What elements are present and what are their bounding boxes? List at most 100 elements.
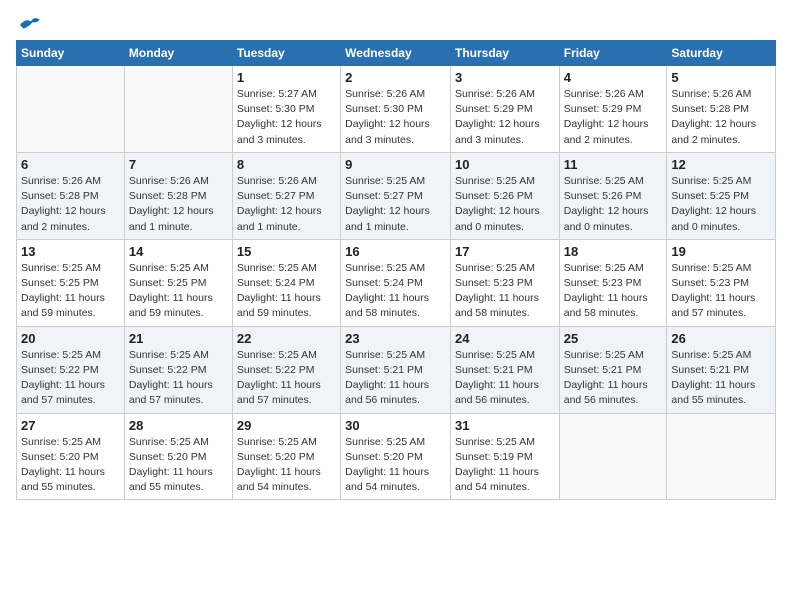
day-info: Sunrise: 5:25 AMSunset: 5:21 PMDaylight:…: [345, 348, 446, 409]
calendar-cell: 18 Sunrise: 5:25 AMSunset: 5:23 PMDayligh…: [559, 239, 667, 326]
day-info: Sunrise: 5:26 AMSunset: 5:28 PMDaylight:…: [21, 174, 120, 235]
calendar-cell: 17 Sunrise: 5:25 AMSunset: 5:23 PMDayligh…: [450, 239, 559, 326]
calendar-cell: 16 Sunrise: 5:25 AMSunset: 5:24 PMDayligh…: [341, 239, 451, 326]
calendar-cell: 3 Sunrise: 5:26 AMSunset: 5:29 PMDaylight…: [450, 66, 559, 153]
calendar-week-row: 27 Sunrise: 5:25 AMSunset: 5:20 PMDayligh…: [17, 413, 776, 500]
header: [16, 16, 776, 30]
day-of-week-header: Tuesday: [232, 41, 340, 66]
day-number: 4: [564, 70, 663, 85]
calendar-cell: 26Sunrise: 5:25 AMSunset: 5:21 PMDayligh…: [667, 326, 776, 413]
calendar-cell: 23 Sunrise: 5:25 AMSunset: 5:21 PMDayligh…: [341, 326, 451, 413]
day-info: Sunrise: 5:25 AMSunset: 5:21 PMDaylight:…: [671, 348, 771, 409]
day-number: 7: [129, 157, 228, 172]
day-of-week-header: Saturday: [667, 41, 776, 66]
day-info: Sunrise: 5:25 AMSunset: 5:25 PMDaylight:…: [671, 174, 771, 235]
day-number: 19: [671, 244, 771, 259]
day-number: 14: [129, 244, 228, 259]
calendar-week-row: 6 Sunrise: 5:26 AMSunset: 5:28 PMDaylight…: [17, 152, 776, 239]
day-info: Sunrise: 5:26 AMSunset: 5:30 PMDaylight:…: [345, 87, 446, 148]
day-info: Sunrise: 5:25 AMSunset: 5:20 PMDaylight:…: [129, 435, 228, 496]
day-of-week-header: Friday: [559, 41, 667, 66]
day-number: 22: [237, 331, 336, 346]
day-info: Sunrise: 5:26 AMSunset: 5:28 PMDaylight:…: [129, 174, 228, 235]
calendar-cell: 30 Sunrise: 5:25 AMSunset: 5:20 PMDayligh…: [341, 413, 451, 500]
day-number: 17: [455, 244, 555, 259]
day-info: Sunrise: 5:25 AMSunset: 5:24 PMDaylight:…: [345, 261, 446, 322]
calendar-cell: 15Sunrise: 5:25 AMSunset: 5:24 PMDayligh…: [232, 239, 340, 326]
calendar-cell: [17, 66, 125, 153]
calendar-cell: 24 Sunrise: 5:25 AMSunset: 5:21 PMDayligh…: [450, 326, 559, 413]
calendar-table: SundayMondayTuesdayWednesdayThursdayFrid…: [16, 40, 776, 500]
day-number: 27: [21, 418, 120, 433]
calendar-cell: 28 Sunrise: 5:25 AMSunset: 5:20 PMDayligh…: [124, 413, 232, 500]
day-number: 8: [237, 157, 336, 172]
calendar-cell: 29Sunrise: 5:25 AMSunset: 5:20 PMDayligh…: [232, 413, 340, 500]
calendar-cell: 27 Sunrise: 5:25 AMSunset: 5:20 PMDayligh…: [17, 413, 125, 500]
day-of-week-header: Thursday: [450, 41, 559, 66]
day-number: 25: [564, 331, 663, 346]
day-info: Sunrise: 5:27 AMSunset: 5:30 PMDaylight:…: [237, 87, 336, 148]
day-info: Sunrise: 5:25 AMSunset: 5:27 PMDaylight:…: [345, 174, 446, 235]
day-info: Sunrise: 5:25 AMSunset: 5:19 PMDaylight:…: [455, 435, 555, 496]
calendar-cell: [559, 413, 667, 500]
day-info: Sunrise: 5:25 AMSunset: 5:21 PMDaylight:…: [564, 348, 663, 409]
logo: [16, 16, 40, 30]
calendar-cell: 2 Sunrise: 5:26 AMSunset: 5:30 PMDaylight…: [341, 66, 451, 153]
calendar-cell: 21Sunrise: 5:25 AMSunset: 5:22 PMDayligh…: [124, 326, 232, 413]
day-number: 31: [455, 418, 555, 433]
day-of-week-header: Sunday: [17, 41, 125, 66]
calendar-week-row: 20 Sunrise: 5:25 AMSunset: 5:22 PMDayligh…: [17, 326, 776, 413]
day-number: 12: [671, 157, 771, 172]
day-number: 1: [237, 70, 336, 85]
day-info: Sunrise: 5:26 AMSunset: 5:29 PMDaylight:…: [455, 87, 555, 148]
day-number: 9: [345, 157, 446, 172]
day-number: 20: [21, 331, 120, 346]
day-of-week-header: Wednesday: [341, 41, 451, 66]
day-number: 10: [455, 157, 555, 172]
day-number: 15: [237, 244, 336, 259]
calendar-cell: 25 Sunrise: 5:25 AMSunset: 5:21 PMDayligh…: [559, 326, 667, 413]
day-number: 6: [21, 157, 120, 172]
day-number: 21: [129, 331, 228, 346]
day-number: 13: [21, 244, 120, 259]
calendar-cell: 1 Sunrise: 5:27 AMSunset: 5:30 PMDaylight…: [232, 66, 340, 153]
day-info: Sunrise: 5:26 AMSunset: 5:28 PMDaylight:…: [671, 87, 771, 148]
day-info: Sunrise: 5:25 AMSunset: 5:20 PMDaylight:…: [21, 435, 120, 496]
day-info: Sunrise: 5:25 AMSunset: 5:23 PMDaylight:…: [564, 261, 663, 322]
day-info: Sunrise: 5:25 AMSunset: 5:20 PMDaylight:…: [345, 435, 446, 496]
day-number: 16: [345, 244, 446, 259]
calendar-cell: 4Sunrise: 5:26 AMSunset: 5:29 PMDaylight…: [559, 66, 667, 153]
day-info: Sunrise: 5:25 AMSunset: 5:21 PMDaylight:…: [455, 348, 555, 409]
day-number: 30: [345, 418, 446, 433]
calendar-cell: 12 Sunrise: 5:25 AMSunset: 5:25 PMDayligh…: [667, 152, 776, 239]
calendar-cell: 22 Sunrise: 5:25 AMSunset: 5:22 PMDayligh…: [232, 326, 340, 413]
day-number: 11: [564, 157, 663, 172]
calendar-cell: 8 Sunrise: 5:26 AMSunset: 5:27 PMDaylight…: [232, 152, 340, 239]
day-info: Sunrise: 5:25 AMSunset: 5:23 PMDaylight:…: [671, 261, 771, 322]
calendar-header-row: SundayMondayTuesdayWednesdayThursdayFrid…: [17, 41, 776, 66]
calendar-cell: 31 Sunrise: 5:25 AMSunset: 5:19 PMDayligh…: [450, 413, 559, 500]
calendar-cell: 9 Sunrise: 5:25 AMSunset: 5:27 PMDaylight…: [341, 152, 451, 239]
day-number: 5: [671, 70, 771, 85]
day-number: 28: [129, 418, 228, 433]
day-number: 23: [345, 331, 446, 346]
calendar-cell: 13Sunrise: 5:25 AMSunset: 5:25 PMDayligh…: [17, 239, 125, 326]
calendar-week-row: 13 Sunrise: 5:25 AMSunset: 5:25 PMDayligh…: [17, 239, 776, 326]
day-info: Sunrise: 5:25 AMSunset: 5:26 PMDaylight:…: [455, 174, 555, 235]
calendar-cell: [124, 66, 232, 153]
calendar-cell: 5 Sunrise: 5:26 AMSunset: 5:28 PMDaylight…: [667, 66, 776, 153]
day-info: Sunrise: 5:25 AMSunset: 5:22 PMDaylight:…: [237, 348, 336, 409]
calendar-cell: 11Sunrise: 5:25 AMSunset: 5:26 PMDayligh…: [559, 152, 667, 239]
calendar-cell: 19 Sunrise: 5:25 AMSunset: 5:23 PMDayligh…: [667, 239, 776, 326]
day-info: Sunrise: 5:25 AMSunset: 5:25 PMDaylight:…: [129, 261, 228, 322]
day-number: 24: [455, 331, 555, 346]
day-info: Sunrise: 5:26 AMSunset: 5:27 PMDaylight:…: [237, 174, 336, 235]
calendar-cell: 10 Sunrise: 5:25 AMSunset: 5:26 PMDayligh…: [450, 152, 559, 239]
day-number: 2: [345, 70, 446, 85]
calendar-cell: 20Sunrise: 5:25 AMSunset: 5:22 PMDayligh…: [17, 326, 125, 413]
day-number: 3: [455, 70, 555, 85]
logo-bird-icon: [18, 16, 40, 34]
calendar-cell: 14 Sunrise: 5:25 AMSunset: 5:25 PMDayligh…: [124, 239, 232, 326]
day-number: 18: [564, 244, 663, 259]
day-info: Sunrise: 5:25 AMSunset: 5:23 PMDaylight:…: [455, 261, 555, 322]
